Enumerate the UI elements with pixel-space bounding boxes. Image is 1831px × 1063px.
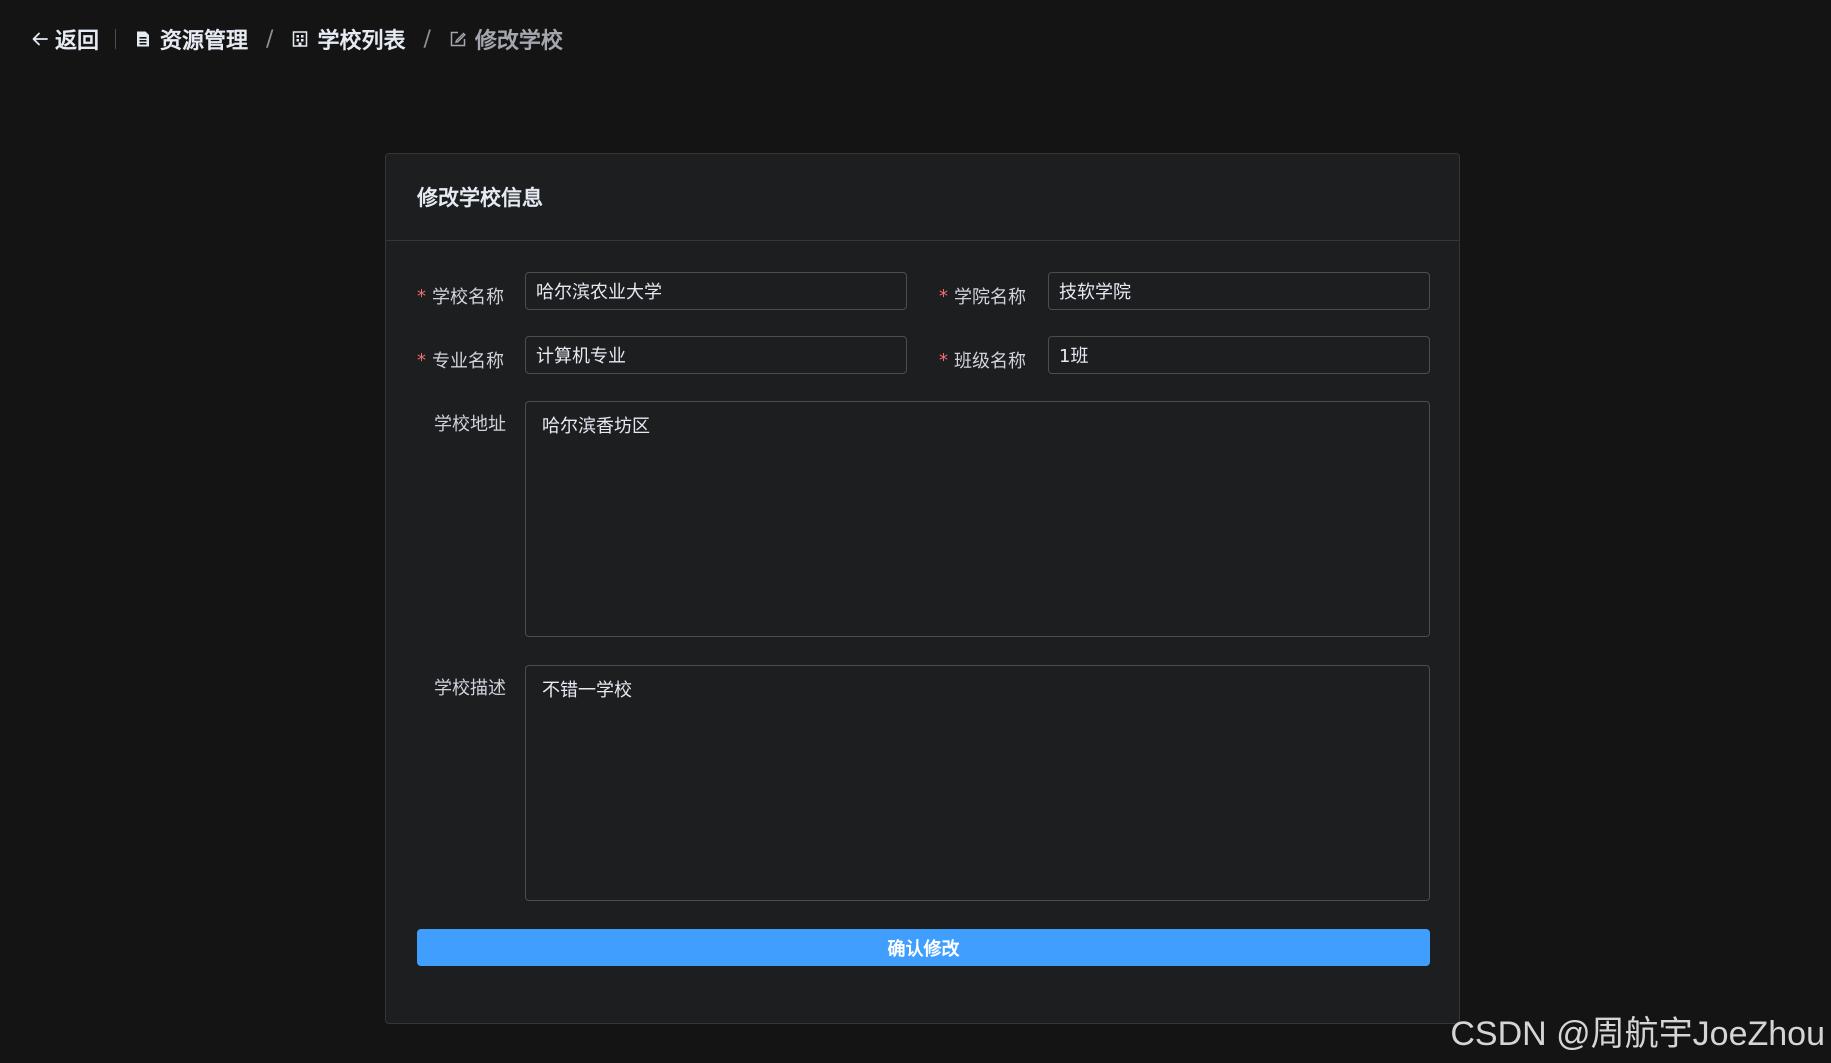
breadcrumb-school-list[interactable]: 学校列表 (291, 23, 405, 55)
college-name-label: * 学院名称 (939, 277, 1026, 315)
school-name-input[interactable]: 哈尔滨农业大学 (525, 272, 907, 310)
school-name-label: * 学校名称 (417, 277, 504, 315)
arrow-left-icon (31, 30, 49, 48)
building-icon (291, 30, 309, 48)
school-name-value: 哈尔滨农业大学 (536, 282, 662, 303)
address-textarea[interactable]: 哈尔滨香坊区 (525, 401, 1430, 637)
required-mark: * (417, 349, 426, 371)
required-mark: * (939, 285, 948, 307)
breadcrumb-separator: / (266, 26, 274, 52)
college-name-label-text: 学院名称 (954, 287, 1026, 308)
college-name-input[interactable]: 技软学院 (1048, 272, 1430, 310)
major-name-input[interactable]: 计算机专业 (525, 336, 907, 374)
breadcrumb-label: 学校列表 (317, 29, 406, 54)
confirm-edit-button[interactable]: 确认修改 (417, 929, 1430, 966)
school-name-label-text: 学校名称 (432, 287, 504, 308)
description-value: 不错一学校 (542, 680, 632, 701)
required-mark: * (939, 349, 948, 371)
required-mark: * (417, 285, 426, 307)
back-button[interactable]: 返回 (31, 23, 99, 55)
document-icon (134, 30, 152, 48)
address-label-text: 学校地址 (434, 414, 506, 435)
breadcrumb-label: 修改学校 (474, 29, 563, 54)
header-divider (115, 29, 117, 49)
description-textarea[interactable]: 不错一学校 (525, 665, 1430, 901)
breadcrumb-edit-school: 修改学校 (449, 23, 563, 55)
description-label-text: 学校描述 (434, 678, 506, 699)
breadcrumb-label: 资源管理 (160, 29, 249, 54)
college-name-value: 技软学院 (1059, 282, 1131, 303)
major-name-label: * 专业名称 (417, 341, 504, 379)
breadcrumb-resource-management[interactable]: 资源管理 (134, 23, 248, 55)
class-name-label-text: 班级名称 (954, 351, 1026, 372)
back-label: 返回 (55, 29, 100, 54)
major-name-value: 计算机专业 (536, 346, 626, 367)
watermark: CSDN @周航宇JoeZhou (1450, 1015, 1825, 1053)
edit-school-card: 修改学校信息 * 学校名称 哈尔滨农业大学 * 学院名称 技软学院 * 专业名称… (385, 153, 1460, 1024)
description-label: 学校描述 (434, 668, 506, 706)
address-label: 学校地址 (434, 404, 506, 442)
breadcrumb-separator: / (423, 26, 431, 52)
major-name-label-text: 专业名称 (432, 351, 504, 372)
class-name-input[interactable]: 1班 (1048, 336, 1430, 374)
class-name-label: * 班级名称 (939, 341, 1026, 379)
card-title: 修改学校信息 (386, 154, 1459, 241)
address-value: 哈尔滨香坊区 (542, 416, 650, 437)
edit-icon (449, 30, 467, 48)
page-header: 返回 资源管理 / 学校列表 / 修改学校 (31, 22, 563, 56)
class-name-value: 1班 (1059, 346, 1089, 367)
